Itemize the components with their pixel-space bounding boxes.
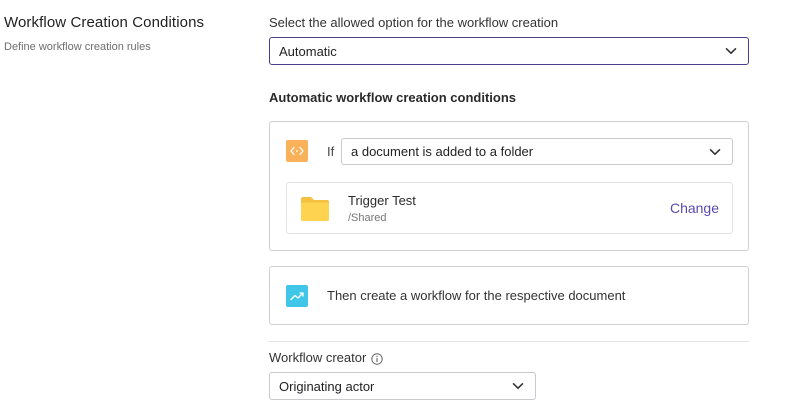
creator-select[interactable]: Originating actor bbox=[269, 372, 536, 400]
trigger-card: If a document is added to a folder Trigg… bbox=[269, 121, 749, 251]
creation-option-label: Select the allowed option for the workfl… bbox=[269, 15, 559, 30]
conditions-heading: Automatic workflow creation conditions bbox=[269, 90, 517, 105]
creation-option-select[interactable]: Automatic bbox=[269, 37, 749, 65]
trigger-value: a document is added to a folder bbox=[351, 144, 534, 159]
change-folder-link[interactable]: Change bbox=[670, 200, 719, 216]
folder-icon bbox=[299, 195, 331, 228]
action-text: Then create a workflow for the respectiv… bbox=[327, 288, 626, 303]
creator-value: Originating actor bbox=[279, 378, 375, 394]
if-label: If bbox=[327, 144, 335, 159]
trigger-select[interactable]: a document is added to a folder bbox=[341, 138, 733, 165]
trend-up-icon bbox=[286, 285, 308, 307]
folder-path: /Shared bbox=[348, 212, 387, 224]
creator-label: Workflow creator bbox=[269, 350, 367, 365]
creation-option-value: Automatic bbox=[279, 43, 337, 59]
code-arrows-icon bbox=[286, 140, 308, 162]
divider bbox=[269, 341, 749, 342]
folder-box: Trigger Test /Shared Change bbox=[286, 182, 733, 234]
section-title: Workflow Creation Conditions bbox=[4, 14, 205, 31]
chevron-down-icon bbox=[708, 145, 722, 159]
chevron-down-icon bbox=[724, 44, 738, 58]
info-icon[interactable] bbox=[371, 352, 383, 365]
folder-name: Trigger Test bbox=[348, 193, 416, 208]
section-description: Define workflow creation rules bbox=[4, 41, 151, 53]
action-card: Then create a workflow for the respectiv… bbox=[269, 266, 749, 325]
creator-label-row: Workflow creator bbox=[269, 350, 383, 365]
chevron-down-icon bbox=[511, 379, 525, 393]
